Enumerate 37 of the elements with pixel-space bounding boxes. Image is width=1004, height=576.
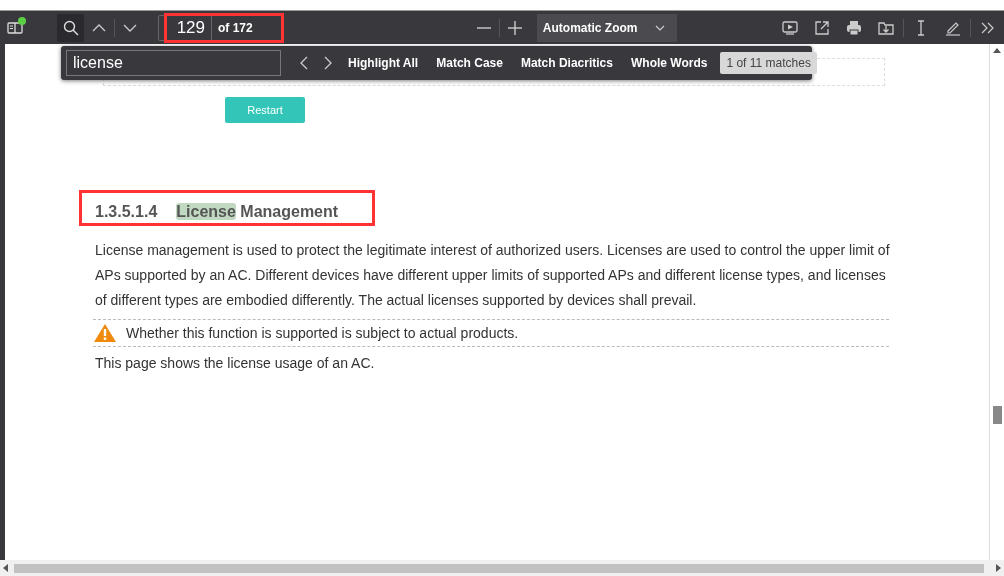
chevron-left-icon [300,56,308,70]
find-option-toggle[interactable]: Match Case [427,52,512,74]
printer-icon [846,19,862,36]
warning-icon [93,323,117,343]
presentation-icon [782,19,798,36]
paragraph: This page shows the license usage of an AC. [95,355,376,371]
download-icon [878,19,894,36]
search-icon [62,19,79,36]
section-number: 1.3.5.1.4 [95,203,158,221]
chevron-right-icon [324,56,332,70]
find-field[interactable]: license [66,50,281,76]
find-option-toggle[interactable]: Match Diacritics [511,52,622,74]
chevron-down-icon [123,23,137,32]
match-count: 1 of 11 matches [720,52,817,74]
horizontal-scrollbar[interactable] [0,560,1004,576]
paragraph: License management is used to protect the legitimate interest of authorized users. Licenses are used to control the upper limit of APs supported by an AC. Different devices have different upper limits of supported APs and different license types, and licenses of different types are embodied differently. The actual licenses supported by devices shall prevail. [95,241,891,310]
section-title: License Management [176,203,339,221]
chevron-up-icon [92,23,106,32]
note-text: Whether this function is supported is subject to actual products. [126,325,519,341]
scroll-right-icon [996,564,1001,572]
scroll-thumb[interactable] [14,563,984,573]
find-option-toggle[interactable]: Highlight All [339,52,428,74]
minus-icon [476,26,491,29]
double-chevron-icon [981,21,995,34]
find-option-toggle[interactable]: Whole Words [621,52,717,74]
sidebar-icon [7,20,23,35]
search-button[interactable] [57,13,84,42]
scroll-up-icon [993,48,1001,53]
vertical-scrollbar[interactable] [989,44,1004,560]
scroll-thumb[interactable] [993,406,1002,424]
zoom-select[interactable]: Automatic Zoom [536,13,677,42]
scroll-left-icon [3,564,8,572]
caret-icon [654,24,665,31]
plus-icon [507,20,522,35]
text-cursor-icon [916,19,926,36]
page-count: of 172 [218,20,253,35]
external-link-icon [814,19,830,36]
